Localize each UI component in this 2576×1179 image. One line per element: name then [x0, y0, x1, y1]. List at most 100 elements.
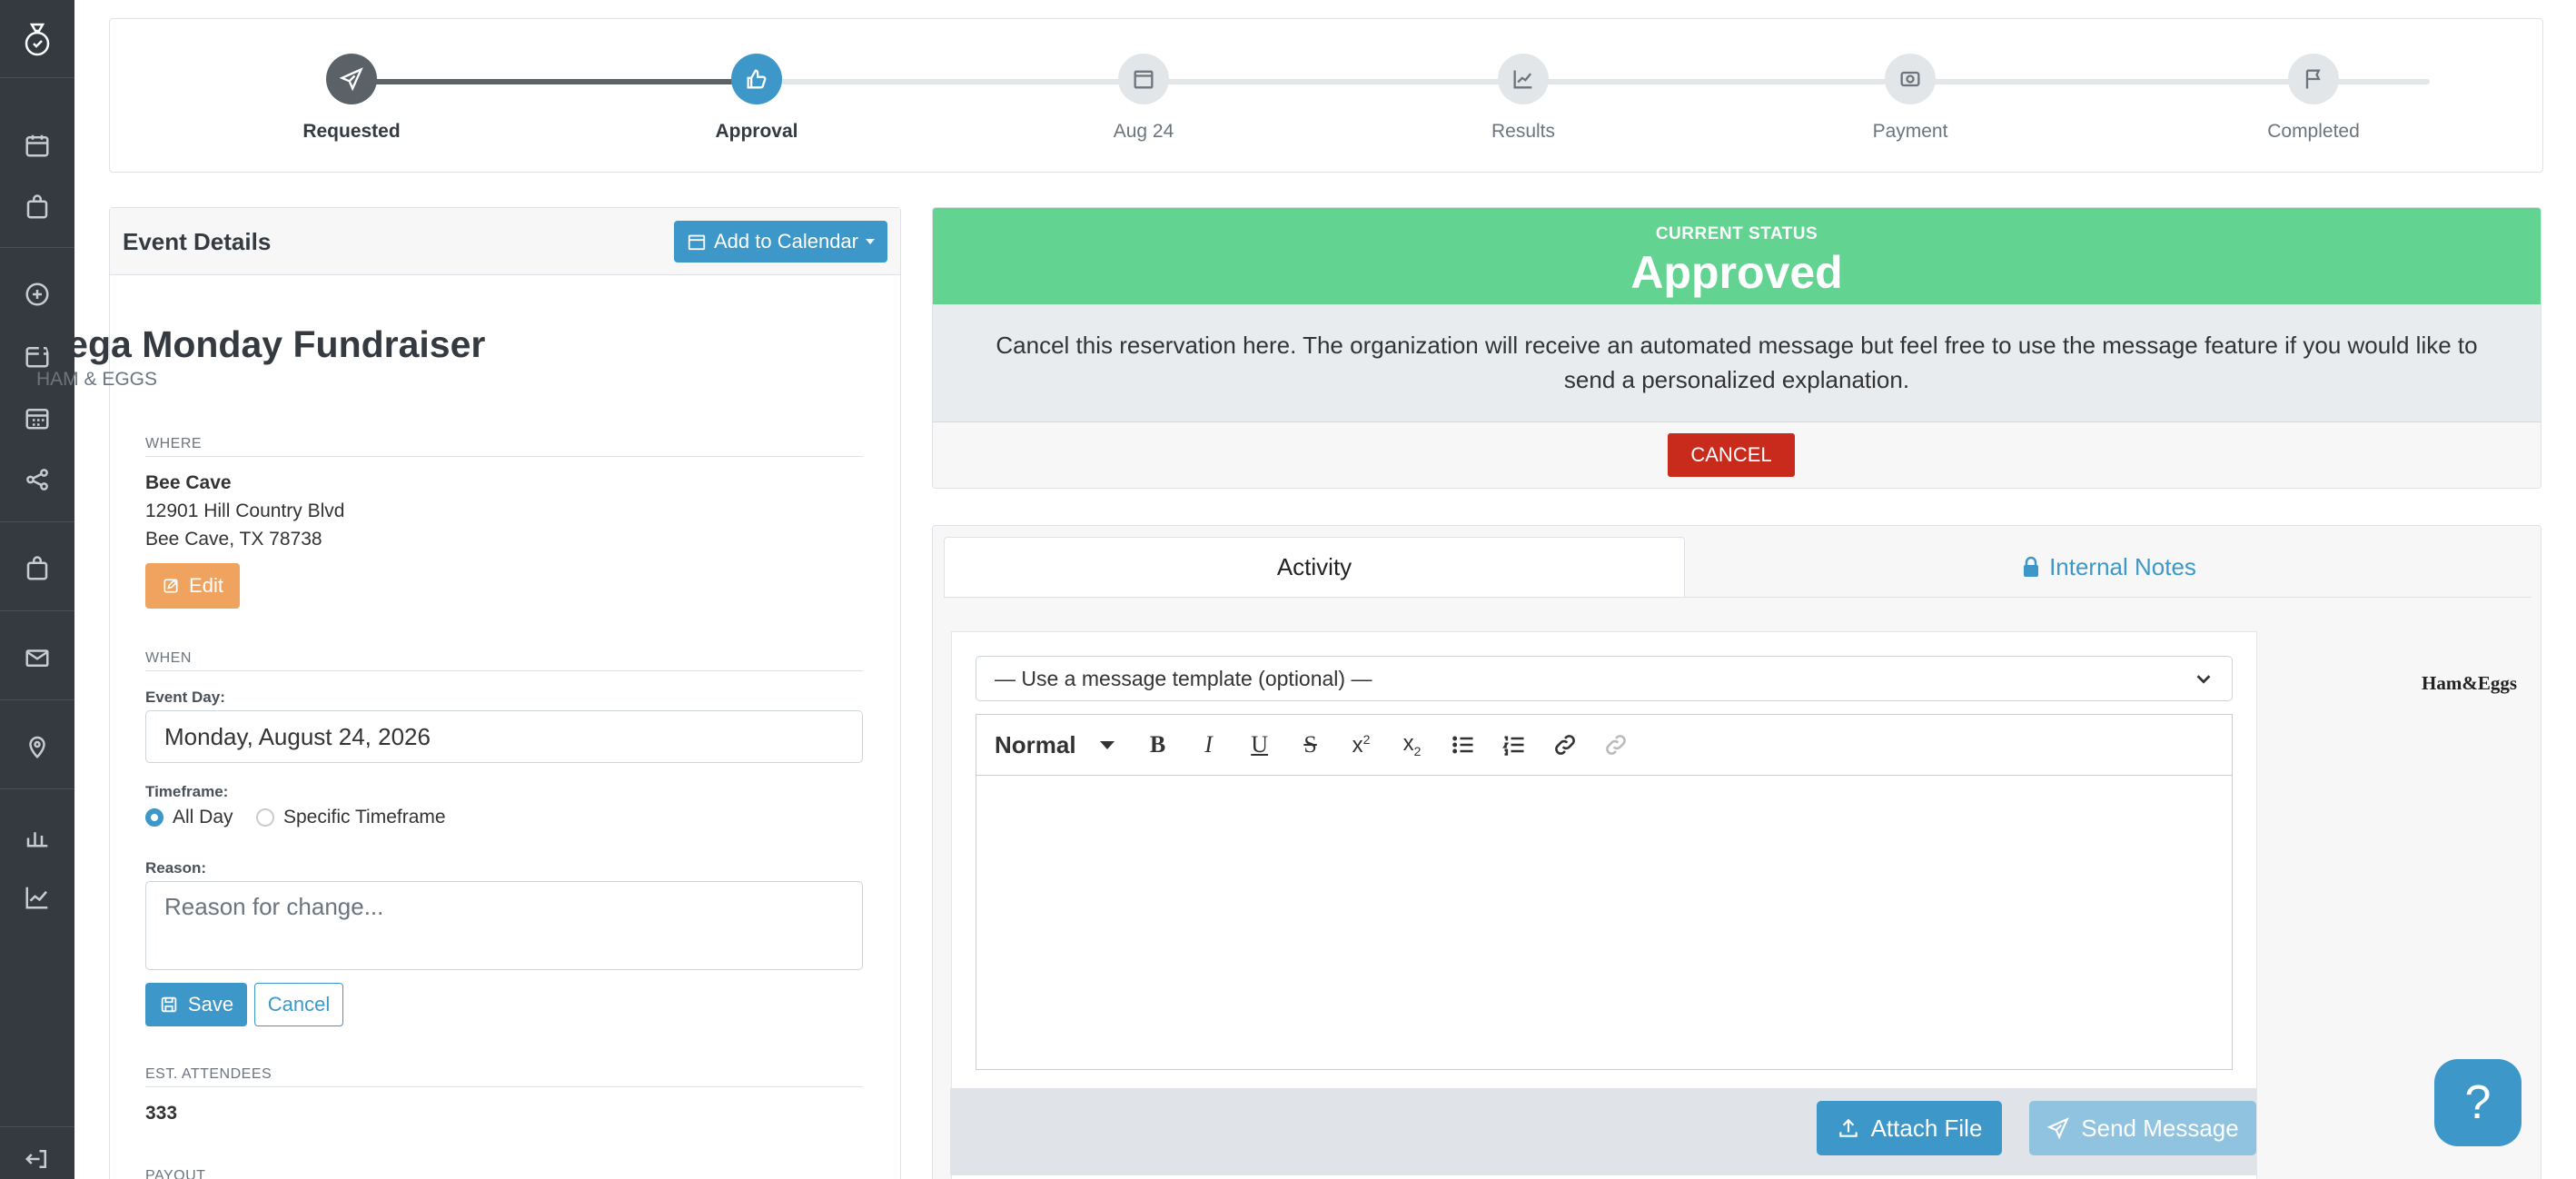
event-day-input[interactable]: Monday, August 24, 2026 [145, 710, 863, 763]
cancel-reservation-button[interactable]: CANCEL [1668, 433, 1795, 477]
attendees-value: 333 [145, 1103, 178, 1124]
money-icon [1885, 54, 1936, 104]
sidebar [0, 0, 74, 1179]
attach-label: Attach File [1870, 1114, 1983, 1142]
message-template-select[interactable]: — Use a message template (optional) — [976, 656, 2233, 701]
step-event-date[interactable]: Aug 24 [1053, 54, 1234, 143]
payout-label: PAYOUT [145, 1168, 206, 1179]
numbered-list-button[interactable] [1489, 727, 1540, 763]
bar-chart-icon[interactable] [0, 817, 74, 854]
edit-icon [163, 579, 178, 593]
radio-unselected-icon [256, 808, 274, 827]
radio-selected-icon [145, 808, 163, 827]
format-select-value: Normal [995, 730, 1076, 758]
thumbs-up-icon [731, 54, 782, 104]
app-logo[interactable] [0, 0, 74, 78]
template-select-value: — Use a message template (optional) — [995, 666, 1372, 690]
status-message: Cancel this reservation here. The organi… [933, 304, 2541, 422]
reason-textarea[interactable]: Reason for change... [145, 881, 863, 970]
add-to-calendar-label: Add to Calendar [714, 230, 858, 253]
italic-button[interactable]: I [1184, 727, 1234, 763]
calendar-grid-icon[interactable] [0, 400, 74, 436]
upload-icon [1838, 1118, 1858, 1137]
lock-icon [2024, 556, 2039, 577]
unlink-button[interactable] [1590, 727, 1641, 763]
link-button[interactable] [1540, 727, 1590, 763]
link-icon [1554, 735, 1575, 755]
radio-label: All Day [173, 807, 233, 827]
step-completed[interactable]: Completed [2223, 54, 2404, 143]
step-label: Requested [302, 121, 401, 142]
tab-internal-notes[interactable]: Internal Notes [1687, 537, 2531, 597]
attendees-divider [145, 1086, 863, 1087]
when-label: WHEN [145, 650, 192, 666]
location-icon[interactable] [0, 728, 74, 765]
send-message-button[interactable]: Send Message [2029, 1101, 2256, 1155]
event-title: Mega Monday Fundraiser [36, 323, 486, 365]
status-banner: CURRENT STATUS Approved [933, 208, 2541, 304]
strikethrough-button[interactable]: S [1285, 727, 1336, 763]
bullet-list-icon [1451, 736, 1473, 754]
calendar-events-icon[interactable] [0, 127, 74, 163]
logout-icon[interactable] [0, 1141, 74, 1177]
calendar-icon [688, 234, 706, 251]
tab-divider [944, 597, 2531, 598]
step-results[interactable]: Results [1432, 54, 1614, 143]
unlink-icon [1605, 735, 1626, 755]
caret-down-icon [1099, 740, 1115, 749]
underline-button[interactable]: U [1234, 727, 1285, 763]
superscript-button[interactable]: x2 [1336, 727, 1387, 763]
composer-footer: Attach File Send Message [950, 1088, 2256, 1175]
caret-down-icon [866, 239, 875, 244]
save-button[interactable]: Save [145, 983, 247, 1026]
step-payment[interactable]: Payment [1819, 54, 2001, 143]
timeframe-specific-radio[interactable]: Specific Timeframe [256, 807, 446, 828]
message-editor[interactable] [976, 776, 2233, 1070]
step-requested[interactable]: Requested [261, 54, 442, 143]
timeframe-label: Timeframe: [145, 783, 229, 800]
event-details-title: Event Details [123, 228, 272, 255]
format-select[interactable]: Normal [995, 731, 1115, 759]
mail-icon[interactable] [0, 639, 74, 676]
paper-plane-icon [326, 54, 377, 104]
add-to-calendar-button[interactable]: Add to Calendar [674, 221, 887, 263]
bullet-list-button[interactable] [1438, 727, 1489, 763]
status-card: CURRENT STATUS Approved Cancel this rese… [932, 207, 2541, 489]
calendar-icon [1118, 54, 1169, 104]
tab-activity[interactable]: Activity [944, 537, 1685, 597]
step-label: Approval [715, 121, 798, 142]
moneybag-logo-icon [25, 23, 50, 55]
cancel-edit-button[interactable]: Cancel [254, 983, 343, 1026]
bold-button[interactable]: B [1133, 727, 1184, 763]
subscript-button[interactable]: x2 [1387, 727, 1438, 763]
shopping-bag-icon[interactable] [0, 189, 74, 225]
edit-location-button[interactable]: Edit [145, 563, 240, 609]
step-approval[interactable]: Approval [666, 54, 847, 143]
event-day-label: Event Day: [145, 689, 225, 706]
radio-label: Specific Timeframe [283, 807, 446, 827]
chart-line-icon [1498, 54, 1549, 104]
editor-toolbar: Normal B I U S x2 x2 [976, 714, 2233, 776]
help-button[interactable]: ? [2434, 1059, 2522, 1146]
address-line2: Bee Cave, TX 78738 [145, 529, 322, 550]
brand-logo-text: Ham&Eggs [2422, 672, 2517, 694]
save-label: Save [187, 993, 234, 1016]
reason-label: Reason: [145, 859, 207, 877]
paper-plane-icon [2046, 1117, 2070, 1140]
step-label: Aug 24 [1113, 121, 1174, 142]
organization-name: HAM & EGGS [36, 369, 158, 390]
edit-label: Edit [189, 574, 223, 597]
attach-file-button[interactable]: Attach File [1817, 1101, 2002, 1155]
step-label: Completed [2267, 121, 2360, 142]
status-actions: CANCEL [933, 422, 2541, 488]
where-divider [145, 456, 863, 457]
bag-heart-icon[interactable] [0, 550, 74, 587]
timeframe-all-day-radio[interactable]: All Day [145, 807, 233, 828]
status-eyebrow: CURRENT STATUS [1655, 224, 1818, 243]
send-label: Send Message [2081, 1114, 2239, 1142]
flag-icon [2288, 54, 2339, 104]
tab-label: Internal Notes [2049, 552, 2196, 580]
share-icon[interactable] [0, 461, 74, 498]
line-chart-icon[interactable] [0, 879, 74, 916]
add-circle-icon[interactable] [0, 276, 74, 312]
